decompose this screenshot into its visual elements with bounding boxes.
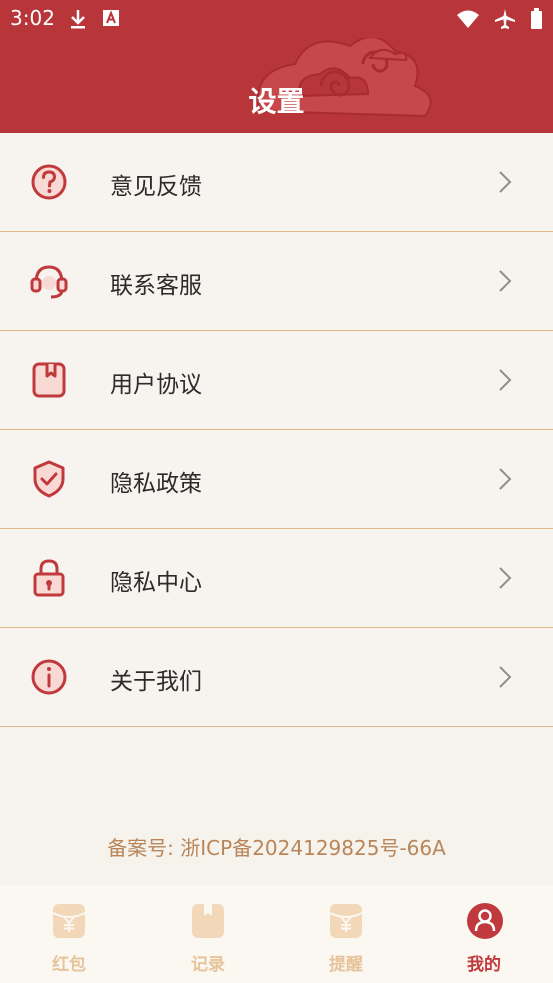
airplane-mode-icon [494, 8, 516, 34]
tab-label: 记录 [191, 955, 225, 975]
settings-item-customer-service[interactable]: 联系客服 [0, 232, 553, 331]
battery-icon [530, 8, 543, 34]
tab-label: 红包 [52, 955, 86, 975]
status-time: 3:02 [10, 6, 55, 30]
settings-item-feedback[interactable]: 意见反馈 [0, 133, 553, 232]
chevron-right-icon [496, 664, 514, 694]
settings-item-privacy-center[interactable]: 隐私中心 [0, 529, 553, 628]
chevron-right-icon [496, 466, 514, 496]
bottom-tab-bar: 红包 记录 提醒 我的 [0, 885, 553, 983]
app-notification-icon [102, 8, 120, 34]
chevron-right-icon [496, 565, 514, 595]
settings-item-label: 用户协议 [110, 372, 202, 398]
settings-list: 意见反馈 联系客服 用户协议 隐私政策 隐私中心 关于我们 [0, 133, 553, 727]
question-circle-icon [29, 162, 69, 202]
page-header: 设置 [0, 38, 553, 133]
profile-icon [467, 903, 503, 943]
chevron-right-icon [496, 367, 514, 397]
chevron-right-icon [496, 268, 514, 298]
headset-icon [29, 261, 69, 301]
agreement-book-icon [29, 360, 69, 400]
tab-label: 我的 [467, 955, 501, 975]
tab-mine[interactable]: 我的 [415, 885, 553, 983]
settings-item-label: 隐私中心 [110, 570, 202, 596]
tab-records[interactable]: 记录 [139, 885, 277, 983]
settings-item-privacy-policy[interactable]: 隐私政策 [0, 430, 553, 529]
record-book-icon [191, 903, 225, 943]
settings-item-label: 关于我们 [110, 669, 202, 695]
wifi-icon [456, 9, 480, 33]
lock-icon [29, 558, 69, 598]
download-icon [68, 8, 88, 34]
settings-item-label: 联系客服 [110, 273, 202, 299]
settings-item-label: 隐私政策 [110, 471, 202, 497]
tab-reminders[interactable]: 提醒 [277, 885, 415, 983]
settings-item-user-agreement[interactable]: 用户协议 [0, 331, 553, 430]
settings-item-about-us[interactable]: 关于我们 [0, 628, 553, 727]
reminder-envelope-icon [329, 903, 363, 943]
page-title: 设置 [248, 85, 305, 118]
info-circle-icon [29, 657, 69, 697]
tab-red-envelope[interactable]: 红包 [0, 885, 138, 983]
chevron-right-icon [496, 169, 514, 199]
icp-record-text: 备案号: 浙ICP备2024129825号-66A [107, 836, 446, 860]
tab-label: 提醒 [329, 955, 363, 975]
shield-check-icon [29, 459, 69, 499]
status-bar: 3:02 [0, 0, 553, 38]
red-envelope-icon [52, 903, 86, 943]
settings-item-label: 意见反馈 [110, 174, 202, 200]
